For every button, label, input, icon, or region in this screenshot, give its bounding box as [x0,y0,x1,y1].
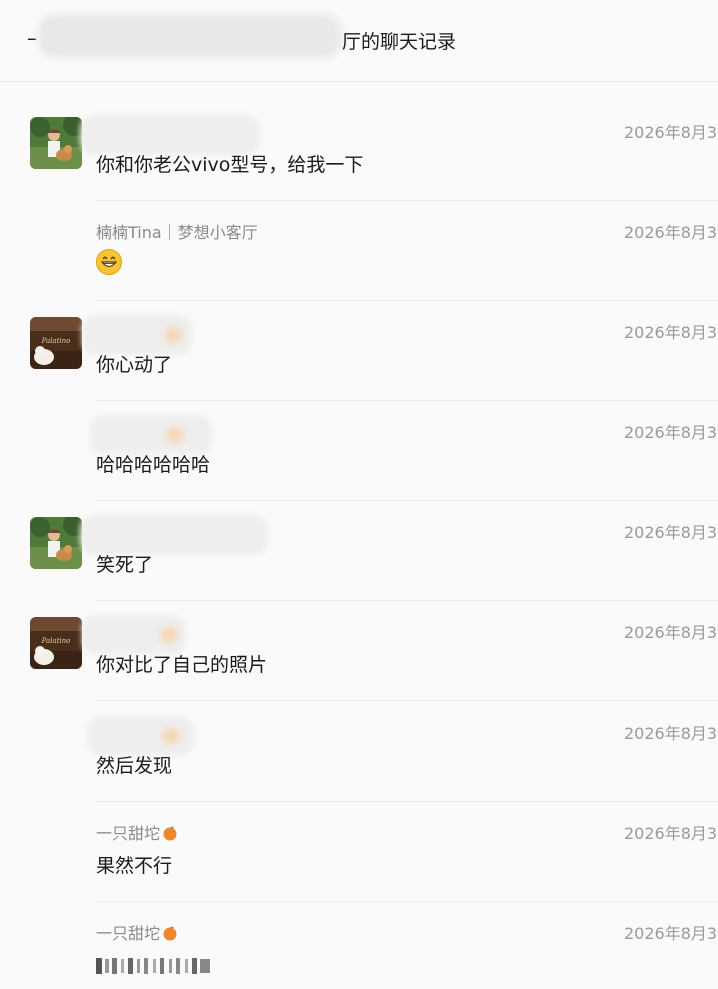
message-time: 2026年8月31 [624,223,718,242]
dog-at-piano-avatar-icon: Palatino [30,617,82,669]
message-item[interactable]: 一只甜坨 2026年8月31 果然不行 [0,802,718,902]
message-time: 2026年8月31 [624,623,718,642]
avatar[interactable] [30,117,82,169]
page-title: 厅的聊天记录 [342,27,456,54]
message-item[interactable]: Palatino 2026年8月31 你心动了 [0,301,718,401]
message-item[interactable]: 2026年8月31 笑死了 [0,501,718,601]
girl-with-dog-avatar-icon [30,517,82,569]
message-time: 2026年8月31 [624,123,718,142]
message-item[interactable]: 楠楠Tina｜梦想小客厅 2026年8月31 [0,201,718,301]
sender-name: 一只甜坨 [96,920,178,944]
svg-text:Palatino: Palatino [41,337,71,345]
svg-text:Palatino: Palatino [41,637,71,645]
message-item[interactable]: 2026年8月31 你和你老公vivo型号，给我一下 [0,101,718,201]
sender-name-text: 一只甜坨 [96,924,161,943]
avatar[interactable]: Palatino [30,317,82,369]
message-time: 2026年8月31 [624,824,718,843]
separator [96,700,718,701]
message-text: 你对比了自己的照片 [96,654,268,676]
page-title-text: 的聊天记录 [361,31,457,53]
message-time: 2026年8月31 [624,924,718,943]
sender-name: 楠楠Tina｜梦想小客厅 [96,223,258,242]
redacted-name-blur [80,115,260,155]
grinning-face-icon [96,249,122,275]
message-time: 2026年8月31 [624,423,718,442]
avatar[interactable]: Palatino [30,617,82,669]
sender-name: 一只甜坨 [96,820,178,844]
message-text: 笑死了 [96,554,154,576]
back-dash-icon[interactable]: – [27,26,37,50]
message-item[interactable]: 一只甜坨 2026年8月31 [0,902,718,989]
message-text: 你心动了 [96,354,173,376]
message-item[interactable]: Palatino 2026年8月31 你对比了自己的照片 [0,601,718,701]
message-item[interactable]: 2026年8月31 然后发现 [0,702,718,802]
message-text: 果然不行 [96,855,173,877]
redacted-title-blur [38,14,342,58]
girl-with-dog-avatar-icon [30,117,82,169]
message-text: 然后发现 [96,755,173,777]
message-text: 哈哈哈哈哈哈 [96,454,211,476]
chat-history-header: – 厅的聊天记录 [0,0,718,82]
message-time: 2026年8月31 [624,523,718,542]
chat-history-page: – 厅的聊天记录 2026年8月31 你和你老公vivo型号，给我一下 楠楠Ti… [0,0,718,989]
orange-icon [163,926,177,941]
redacted-name-blur [82,315,192,355]
dog-at-piano-avatar-icon: Palatino [30,317,82,369]
message-text: 你和你老公vivo型号，给我一下 [96,154,364,176]
orange-icon [163,826,177,841]
page-title-suffix: 厅 [342,31,362,53]
message-item[interactable]: 2026年8月31 哈哈哈哈哈哈 [0,401,718,501]
redacted-name-blur [82,615,186,655]
message-time: 2026年8月31 [624,724,718,743]
redacted-name-blur [80,515,268,555]
message-time: 2026年8月31 [624,323,718,342]
sender-name-text: 一只甜坨 [96,824,161,843]
avatar[interactable] [30,517,82,569]
redacted-text-blur [96,958,210,974]
redacted-name-blur [88,716,194,756]
redacted-name-blur [90,415,212,455]
